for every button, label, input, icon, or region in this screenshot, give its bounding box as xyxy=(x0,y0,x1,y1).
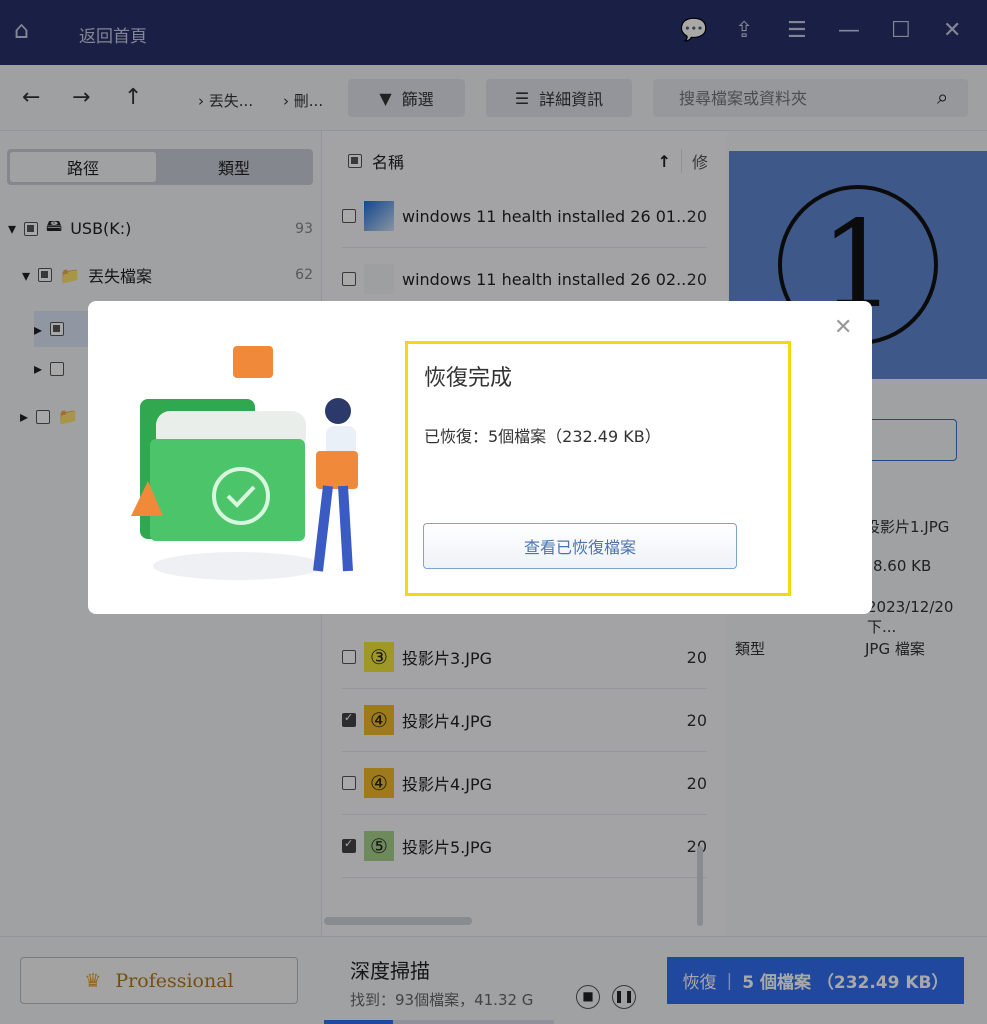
view-recovered-files-button[interactable]: 查看已恢復檔案 xyxy=(423,523,737,569)
dialog-title: 恢復完成 xyxy=(424,366,513,391)
recovery-complete-dialog: ✕ 恢復完成 已恢復：5個檔案（232.49 KB） 查看已恢復檔案 xyxy=(88,301,872,614)
dialog-message: 已恢復：5個檔案（232.49 KB） xyxy=(424,427,661,446)
dialog-close-icon[interactable]: ✕ xyxy=(834,315,852,340)
recovery-illustration xyxy=(131,346,358,580)
